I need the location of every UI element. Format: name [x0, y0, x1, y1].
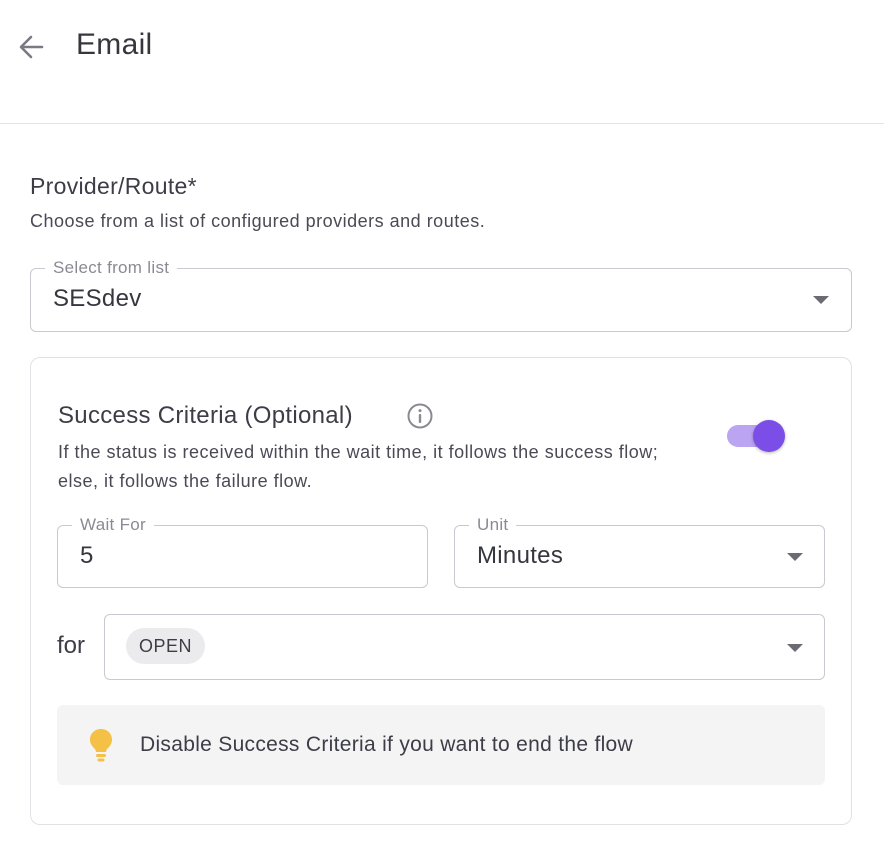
tip-text: Disable Success Criteria if you want to …: [140, 733, 633, 756]
provider-select[interactable]: Select from list SESdev: [30, 258, 852, 332]
lightbulb-icon: [90, 729, 112, 762]
back-button[interactable]: [14, 30, 48, 64]
provider-route-title: Provider/Route*: [30, 173, 197, 199]
success-criteria-card: Success Criteria (Optional) If the statu…: [30, 357, 852, 825]
status-chip-open[interactable]: OPEN: [126, 628, 206, 664]
caret-down-icon: [787, 553, 803, 561]
page-title: Email: [76, 28, 153, 61]
unit-select[interactable]: Unit Minutes: [454, 515, 825, 588]
success-criteria-toggle[interactable]: [725, 418, 789, 454]
success-criteria-title: Success Criteria (Optional): [58, 402, 353, 429]
wait-for-value: 5: [80, 542, 94, 569]
caret-down-icon: [787, 644, 803, 652]
arrow-left-icon: [19, 35, 44, 59]
status-select[interactable]: OPEN: [104, 614, 825, 680]
page-header: Email: [0, 0, 884, 124]
provider-select-label: Select from list: [45, 258, 178, 278]
wait-for-input[interactable]: Wait For 5: [57, 515, 428, 588]
unit-label: Unit: [469, 515, 517, 535]
for-label: for: [57, 632, 86, 659]
provider-select-value: SESdev: [53, 285, 142, 312]
provider-route-description: Choose from a list of configured provide…: [30, 211, 486, 231]
toggle-thumb: [753, 420, 785, 452]
tip-banner: Disable Success Criteria if you want to …: [57, 705, 825, 785]
wait-for-label: Wait For: [72, 515, 154, 535]
caret-down-icon: [813, 296, 829, 304]
success-criteria-description: If the status is received within the wai…: [58, 442, 659, 491]
unit-value: Minutes: [477, 542, 564, 569]
info-circle-icon[interactable]: [406, 402, 434, 430]
